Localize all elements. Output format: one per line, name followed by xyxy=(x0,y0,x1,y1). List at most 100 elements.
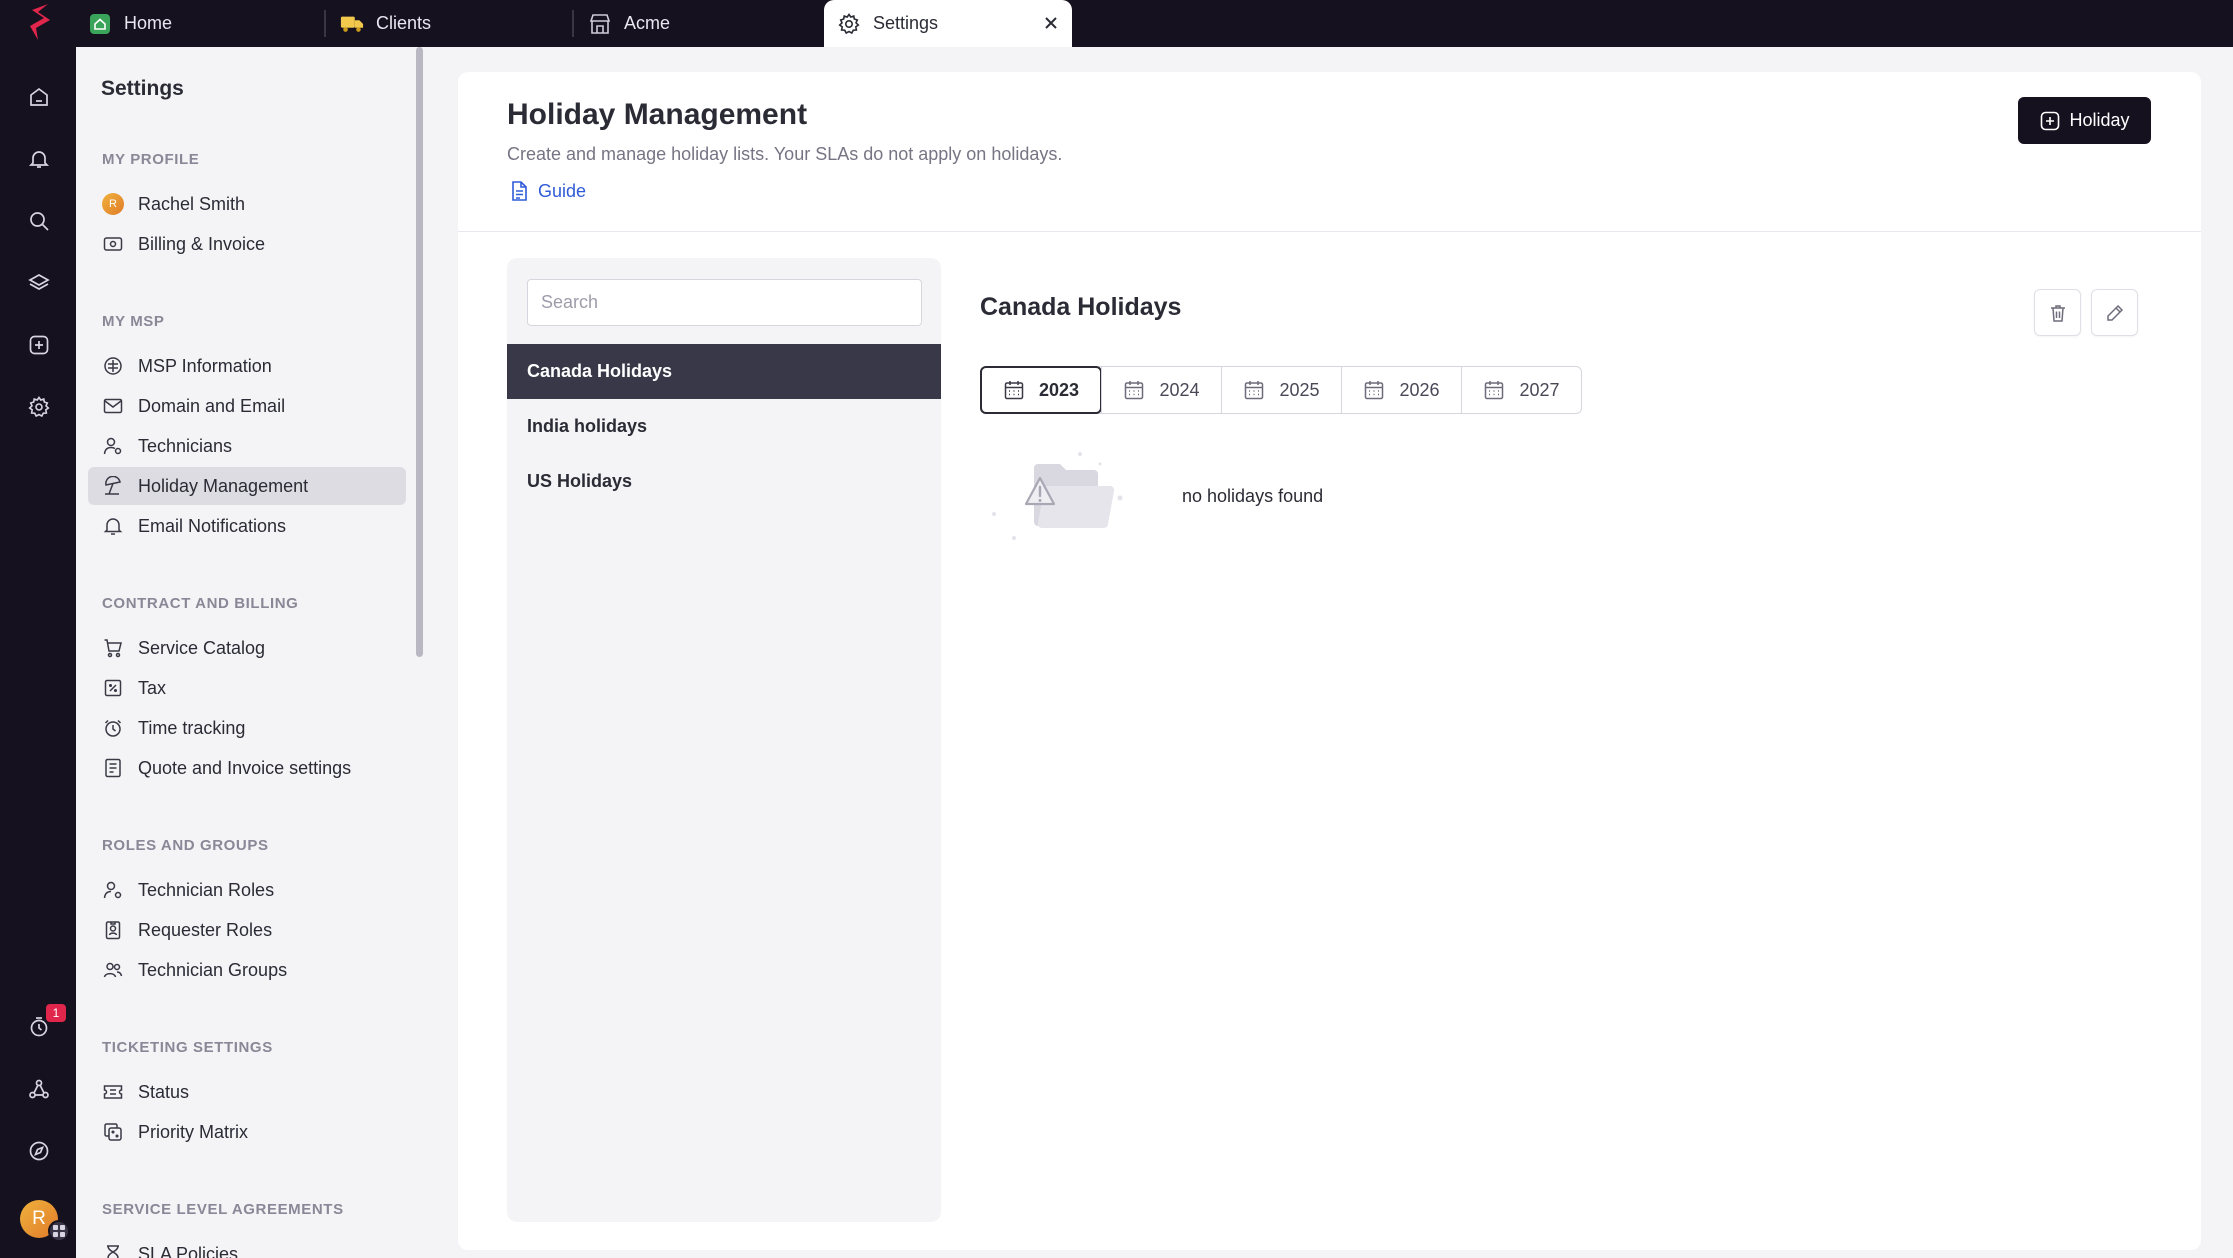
tab-home[interactable]: Home xyxy=(88,0,324,47)
sidebar-scrollbar[interactable] xyxy=(416,47,423,657)
sidebar-item-holiday-management[interactable]: Holiday Management xyxy=(88,467,406,505)
sidebar-item-label: Time tracking xyxy=(138,717,246,738)
sidebar-item-label: Tax xyxy=(138,677,167,698)
close-tab-icon[interactable] xyxy=(1038,10,1064,36)
bell-icon xyxy=(101,514,125,538)
calendar-icon xyxy=(1004,381,1024,400)
sidebar-item-technician-roles[interactable]: Technician Roles xyxy=(88,871,406,909)
tab-clients[interactable]: Clients xyxy=(340,0,570,47)
workflow-icon[interactable] xyxy=(24,1074,54,1104)
bell-icon[interactable] xyxy=(24,144,54,174)
cart-icon xyxy=(101,636,125,660)
hourglass-icon xyxy=(101,1242,125,1258)
year-tab-label: 2024 xyxy=(1159,379,1200,400)
user-gear-icon xyxy=(101,878,125,902)
sidebar-item-email-notifications[interactable]: Email Notifications xyxy=(88,507,406,545)
dice-icon xyxy=(101,1120,125,1144)
document-icon xyxy=(512,181,527,201)
sidebar-item-label: MSP Information xyxy=(138,355,272,376)
invoice-icon xyxy=(101,756,125,780)
year-tab-2023[interactable]: 2023 xyxy=(980,366,1102,414)
timer-badge: 1 xyxy=(46,1004,66,1022)
tab-separator xyxy=(324,10,326,37)
apps-icon[interactable] xyxy=(48,1220,70,1242)
sidebar-item-billing-invoice[interactable]: Billing & Invoice xyxy=(88,225,406,263)
tab-settings-label: Settings xyxy=(873,13,939,33)
section-heading: TICKETING SETTINGS xyxy=(102,1039,273,1056)
empty-folder-illustration xyxy=(992,452,1123,540)
settings-sidebar: Settings MY PROFILE R Rachel Smith Billi… xyxy=(76,47,426,1258)
sidebar-item-rachel-smith[interactable]: R Rachel Smith xyxy=(88,185,406,223)
sidebar-item-label: Status xyxy=(138,1081,190,1102)
year-tabs: 2023 2024 2025 2026 2027 xyxy=(980,366,1582,414)
sidebar-item-label: Service Catalog xyxy=(138,637,266,658)
mail-icon xyxy=(101,394,125,418)
technician-icon xyxy=(101,434,125,458)
calendar-icon xyxy=(1125,381,1144,400)
edit-button[interactable] xyxy=(2091,289,2138,336)
list-item-canada-holidays[interactable]: Canada Holidays xyxy=(507,344,941,399)
sidebar-item-msp-information[interactable]: MSP Information xyxy=(88,347,406,385)
sidebar-item-label: SLA Policies xyxy=(138,1243,239,1258)
year-tab-2027[interactable]: 2027 xyxy=(1461,367,1581,413)
msp-info-icon xyxy=(101,354,125,378)
sidebar-item-status[interactable]: Status xyxy=(88,1073,406,1111)
sidebar-item-sla-policies[interactable]: SLA Policies xyxy=(88,1235,406,1258)
year-tab-2025[interactable]: 2025 xyxy=(1221,367,1341,413)
home-app-icon xyxy=(88,12,112,36)
section-heading: MY MSP xyxy=(102,313,165,330)
plus-square-icon xyxy=(2039,110,2061,132)
year-tab-2024[interactable]: 2024 xyxy=(1101,367,1221,413)
list-item-us-holidays[interactable]: US Holidays xyxy=(507,454,941,509)
sidebar-item-label: Email Notifications xyxy=(138,515,287,536)
sidebar-item-label: Technician Roles xyxy=(138,879,275,900)
compass-icon[interactable] xyxy=(24,1136,54,1166)
store-icon xyxy=(588,12,612,36)
pencil-icon xyxy=(2106,304,2123,321)
search-icon[interactable] xyxy=(24,206,54,236)
sidebar-item-requester-roles[interactable]: Requester Roles xyxy=(88,911,406,949)
tab-acme[interactable]: Acme xyxy=(588,0,818,47)
section-heading: MY PROFILE xyxy=(102,151,200,168)
sidebar-item-domain-email[interactable]: Domain and Email xyxy=(88,387,406,425)
list-item-india-holidays[interactable]: India holidays xyxy=(507,399,941,454)
plus-square-icon[interactable] xyxy=(24,330,54,360)
sidebar-item-technician-groups[interactable]: Technician Groups xyxy=(88,951,406,989)
calendar-icon xyxy=(1485,381,1504,400)
settings-icon[interactable] xyxy=(24,392,54,422)
search-input[interactable] xyxy=(527,279,922,326)
guide-label: Guide xyxy=(538,180,587,201)
layers-icon[interactable] xyxy=(24,268,54,298)
year-tab-2026[interactable]: 2026 xyxy=(1341,367,1461,413)
sidebar-item-label: Billing & Invoice xyxy=(138,233,266,254)
truck-icon xyxy=(340,12,364,36)
tab-settings[interactable]: Settings xyxy=(824,0,1072,47)
year-tab-label: 2027 xyxy=(1519,379,1560,400)
sidebar-item-label: Holiday Management xyxy=(138,475,309,496)
sidebar-item-service-catalog[interactable]: Service Catalog xyxy=(88,629,406,667)
app-logo[interactable] xyxy=(18,0,62,44)
year-tab-label: 2026 xyxy=(1399,379,1440,400)
sidebar-item-tax[interactable]: Tax xyxy=(88,669,406,707)
calendar-icon xyxy=(1245,381,1264,400)
section-heading: SERVICE LEVEL AGREEMENTS xyxy=(102,1201,344,1218)
add-holiday-button[interactable]: Holiday xyxy=(2018,97,2151,144)
ticket-icon xyxy=(101,1080,125,1104)
sidebar-item-technicians[interactable]: Technicians xyxy=(88,427,406,465)
page-title: Holiday Management xyxy=(507,98,808,131)
beach-umbrella-icon xyxy=(101,474,125,498)
guide-link[interactable]: Guide xyxy=(508,180,586,202)
home-icon[interactable] xyxy=(24,82,54,112)
sidebar-item-quote-invoice-settings[interactable]: Quote and Invoice settings xyxy=(88,749,406,787)
sidebar-item-time-tracking[interactable]: Time tracking xyxy=(88,709,406,747)
tax-icon xyxy=(101,676,125,700)
section-heading: ROLES AND GROUPS xyxy=(102,837,269,854)
sidebar-item-label: Requester Roles xyxy=(138,919,273,940)
users-icon xyxy=(101,958,125,982)
delete-button[interactable] xyxy=(2034,289,2081,336)
sidebar-item-priority-matrix[interactable]: Priority Matrix xyxy=(88,1113,406,1151)
sidebar-item-label: Domain and Email xyxy=(138,395,286,416)
tab-separator xyxy=(572,10,574,37)
sidebar-item-label: Rachel Smith xyxy=(138,193,246,214)
sidebar-item-label: Quote and Invoice settings xyxy=(138,757,352,778)
